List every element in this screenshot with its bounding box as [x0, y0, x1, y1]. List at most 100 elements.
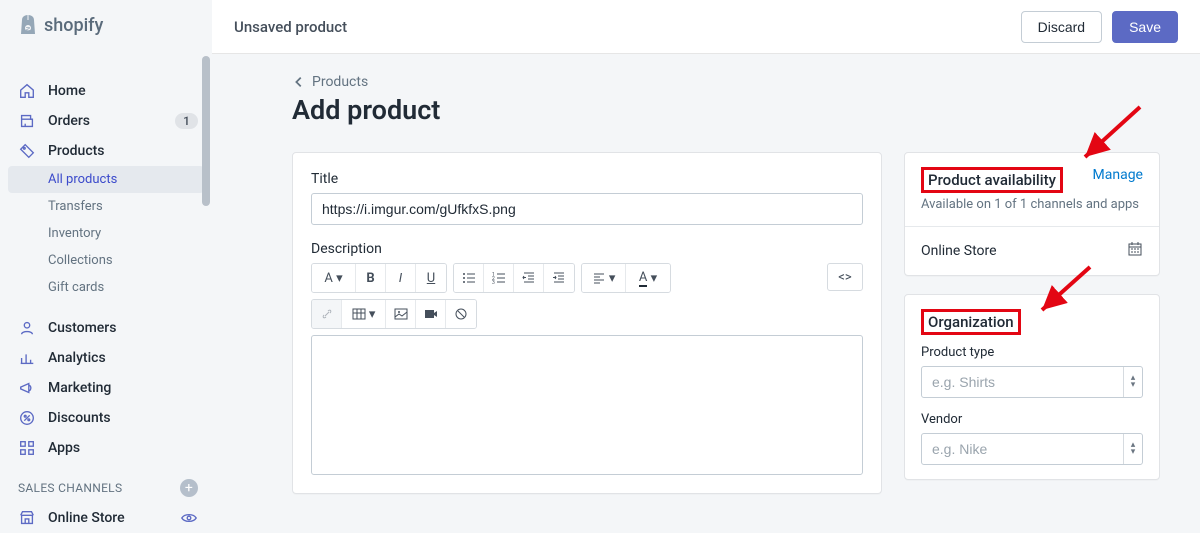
- scrollbar[interactable]: [202, 56, 210, 206]
- nav-customers[interactable]: Customers: [0, 313, 212, 343]
- table-icon: [352, 307, 366, 321]
- clear-icon: [454, 307, 468, 321]
- indent-button[interactable]: [544, 264, 574, 292]
- nav-inventory-label: Inventory: [48, 226, 101, 241]
- nav-products-label: Products: [48, 143, 105, 159]
- add-channel-icon[interactable]: +: [180, 479, 198, 497]
- link-button[interactable]: [312, 300, 342, 328]
- chevron-left-icon: [292, 75, 306, 89]
- product-card: Title Description <> A ▾ B I U: [292, 152, 882, 494]
- align-icon: [592, 271, 606, 285]
- align-button[interactable]: ▾: [582, 264, 626, 292]
- nav-analytics[interactable]: Analytics: [0, 343, 212, 373]
- sidebar: shopify Home Orders 1 Products All produ…: [0, 0, 212, 512]
- breadcrumb-label: Products: [312, 74, 368, 90]
- nav-orders-label: Orders: [48, 113, 90, 129]
- nav-home[interactable]: Home: [0, 76, 212, 106]
- products-icon: [18, 142, 36, 160]
- nav-transfers-label: Transfers: [48, 199, 103, 214]
- nav-transfers[interactable]: Transfers: [0, 193, 212, 220]
- link-icon: [320, 307, 334, 321]
- availability-row-label: Online Store: [921, 243, 997, 259]
- nav-analytics-label: Analytics: [48, 350, 106, 366]
- number-list-icon: 123: [492, 271, 506, 285]
- text-color-button[interactable]: A ▾: [626, 264, 670, 292]
- availability-sub: Available on 1 of 1 channels and apps: [905, 197, 1159, 226]
- indent-icon: [552, 271, 566, 285]
- manage-link[interactable]: Manage: [1093, 167, 1143, 183]
- number-list-button[interactable]: 123: [484, 264, 514, 292]
- product-type-label: Product type: [921, 345, 1143, 360]
- title-label: Title: [311, 171, 863, 187]
- title-input[interactable]: [311, 193, 863, 225]
- nav-gift-cards-label: Gift cards: [48, 280, 104, 295]
- description-editor[interactable]: [311, 335, 863, 475]
- home-icon: [18, 82, 36, 100]
- font-style-button[interactable]: A ▾: [312, 264, 356, 292]
- analytics-icon: [18, 349, 36, 367]
- svg-text:3: 3: [492, 280, 495, 285]
- stepper-icon[interactable]: ▴▾: [1123, 367, 1142, 397]
- save-button[interactable]: Save: [1112, 11, 1178, 43]
- nav-home-label: Home: [48, 83, 86, 99]
- page-status: Unsaved product: [234, 18, 347, 36]
- nav-apps[interactable]: Apps: [0, 433, 212, 463]
- nav-all-products-label: All products: [48, 172, 117, 187]
- orders-icon: [18, 112, 36, 130]
- nav-marketing[interactable]: Marketing: [0, 373, 212, 403]
- nav-all-products[interactable]: All products: [8, 166, 204, 193]
- underline-button[interactable]: U: [416, 264, 446, 292]
- sales-channels-label: SALES CHANNELS: [18, 481, 122, 495]
- rte-toolbar-2: ▾: [311, 299, 863, 329]
- bullet-list-button[interactable]: [454, 264, 484, 292]
- nav-orders[interactable]: Orders 1: [0, 106, 212, 136]
- customers-icon: [18, 319, 36, 337]
- nav-marketing-label: Marketing: [48, 380, 111, 396]
- orders-badge: 1: [175, 113, 198, 129]
- organization-title-highlight: Organization: [921, 309, 1021, 335]
- page-title: Add product: [292, 94, 1160, 126]
- topbar: Unsaved product Discard Save: [212, 0, 1200, 54]
- shopify-bag-icon: [18, 14, 38, 36]
- italic-button[interactable]: I: [386, 264, 416, 292]
- calendar-icon[interactable]: [1127, 241, 1143, 261]
- availability-title-highlight: Product availability: [921, 167, 1063, 193]
- apps-icon: [18, 439, 36, 457]
- availability-card: Product availability Manage Available on…: [904, 152, 1160, 276]
- nav-customers-label: Customers: [48, 320, 116, 336]
- breadcrumb[interactable]: Products: [292, 74, 1160, 90]
- organization-card: Organization Product type ▴▾ Vendor: [904, 294, 1160, 480]
- product-type-select[interactable]: ▴▾: [921, 366, 1143, 398]
- nav-online-store-label: Online Store: [48, 510, 125, 526]
- nav-online-store[interactable]: Online Store: [0, 503, 212, 533]
- video-button[interactable]: [416, 300, 446, 328]
- product-type-input[interactable]: [922, 367, 1123, 397]
- nav-collections[interactable]: Collections: [0, 247, 212, 274]
- nav-collections-label: Collections: [48, 253, 113, 268]
- availability-row: Online Store: [905, 226, 1159, 275]
- discard-button[interactable]: Discard: [1021, 11, 1102, 43]
- nav-discounts-label: Discounts: [48, 410, 111, 426]
- nav-gift-cards[interactable]: Gift cards: [0, 274, 212, 301]
- rte-toolbar: A ▾ B I U 123: [311, 263, 827, 293]
- marketing-icon: [18, 379, 36, 397]
- vendor-label: Vendor: [921, 412, 1143, 427]
- image-button[interactable]: [386, 300, 416, 328]
- availability-title: Product availability: [928, 171, 1056, 189]
- table-button[interactable]: ▾: [342, 300, 386, 328]
- nav-products[interactable]: Products: [0, 136, 212, 166]
- outdent-icon: [522, 271, 536, 285]
- discounts-icon: [18, 409, 36, 427]
- clear-format-button[interactable]: [446, 300, 476, 328]
- description-label: Description: [311, 241, 863, 257]
- logo[interactable]: shopify: [0, 0, 212, 52]
- stepper-icon[interactable]: ▴▾: [1123, 434, 1142, 464]
- nav-discounts[interactable]: Discounts: [0, 403, 212, 433]
- nav-inventory[interactable]: Inventory: [0, 220, 212, 247]
- vendor-select[interactable]: ▴▾: [921, 433, 1143, 465]
- vendor-input[interactable]: [922, 434, 1123, 464]
- bold-button[interactable]: B: [356, 264, 386, 292]
- code-view-button[interactable]: <>: [827, 263, 863, 291]
- outdent-button[interactable]: [514, 264, 544, 292]
- video-icon: [424, 307, 438, 321]
